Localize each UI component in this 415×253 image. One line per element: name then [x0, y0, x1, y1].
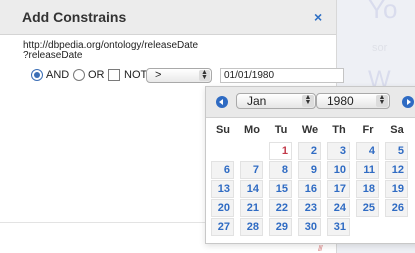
resize-grip-icon[interactable]: /// [318, 244, 323, 253]
calendar-day[interactable]: 12 [385, 161, 408, 179]
select-arrows-icon: ▲ ▼ [199, 69, 210, 81]
weekday-header: Fr [362, 124, 374, 136]
and-label: AND [46, 69, 70, 81]
calendar-day[interactable]: 18 [356, 180, 379, 198]
calendar-day[interactable]: 22 [269, 199, 292, 217]
calendar-day[interactable]: 14 [240, 180, 263, 198]
operator-select[interactable]: > ▲ ▼ [146, 68, 212, 83]
calendar-day[interactable]: 31 [327, 218, 350, 236]
dialog-title: Add Constrains [22, 9, 127, 25]
year-select[interactable]: 1980 ▲ ▼ [316, 93, 390, 109]
not-checkbox[interactable] [108, 69, 120, 81]
weekday-header: We [301, 124, 319, 136]
select-arrows-icon: ▲ ▼ [302, 94, 314, 107]
calendar-day[interactable]: 28 [240, 218, 263, 236]
calendar-day[interactable]: 26 [385, 199, 408, 217]
calendar-day[interactable]: 9 [298, 161, 321, 179]
weekday-header: Tu [274, 124, 288, 136]
calendar-day[interactable]: 8 [269, 161, 292, 179]
calendar-day[interactable]: 6 [211, 161, 234, 179]
background-text-fragment: sor [372, 42, 388, 54]
weekday-header: Su [215, 124, 231, 136]
variable-name: ?releaseDate [23, 50, 83, 61]
calendar-day[interactable]: 13 [211, 180, 234, 198]
calendar-day[interactable]: 29 [269, 218, 292, 236]
calendar-day[interactable]: 27 [211, 218, 234, 236]
calendar-day[interactable]: 11 [356, 161, 379, 179]
calendar-day[interactable]: 10 [327, 161, 350, 179]
date-input[interactable]: 01/01/1980 [220, 68, 344, 83]
select-arrows-icon: ▲ ▼ [376, 94, 388, 107]
prev-month-icon[interactable] [216, 96, 228, 108]
calendar-day[interactable]: 21 [240, 199, 263, 217]
or-label: OR [88, 69, 105, 81]
calendar-day[interactable]: 25 [356, 199, 379, 217]
dialog-header: Add Constrains × [0, 0, 336, 35]
not-checkbox-option[interactable]: NOT [108, 69, 147, 81]
close-icon[interactable]: × [314, 9, 322, 25]
calendar-day[interactable]: 16 [298, 180, 321, 198]
calendar-day[interactable]: 30 [298, 218, 321, 236]
calendar-day[interactable]: 15 [269, 180, 292, 198]
weekday-header: Sa [390, 124, 404, 136]
calendar-day[interactable]: 20 [211, 199, 234, 217]
calendar-day[interactable]: 7 [240, 161, 263, 179]
month-value: Jan [247, 94, 267, 108]
calendar-day[interactable]: 1 [269, 142, 292, 160]
datepicker-header: Jan ▲ ▼ 1980 ▲ ▼ [206, 87, 415, 118]
operator-value: > [155, 69, 162, 81]
weekday-header: Th [332, 124, 346, 136]
month-select[interactable]: Jan ▲ ▼ [236, 93, 316, 109]
year-value: 1980 [327, 94, 354, 108]
calendar-day[interactable]: 23 [298, 199, 321, 217]
calendar-day[interactable]: 5 [385, 142, 408, 160]
calendar-day[interactable]: 17 [327, 180, 350, 198]
calendar-day[interactable]: 3 [327, 142, 350, 160]
and-radio-option[interactable]: AND [31, 69, 69, 81]
background-heading-fragment: Yo [368, 0, 398, 24]
calendar-day[interactable]: 4 [356, 142, 379, 160]
calendar-day[interactable]: 2 [298, 142, 321, 160]
or-radio-option[interactable]: OR [73, 69, 105, 81]
datepicker-popup: Jan ▲ ▼ 1980 ▲ ▼ Su Mo Tu We Th Fr Sa 1 2 3 4 5 6 7 8 9 10… [205, 86, 415, 244]
not-label: NOT [124, 69, 148, 81]
next-month-icon[interactable] [402, 96, 414, 108]
calendar-day[interactable]: 24 [327, 199, 350, 217]
or-radio[interactable] [73, 69, 85, 81]
and-radio[interactable] [31, 69, 43, 81]
weekday-header: Mo [244, 124, 260, 136]
calendar-day[interactable]: 19 [385, 180, 408, 198]
